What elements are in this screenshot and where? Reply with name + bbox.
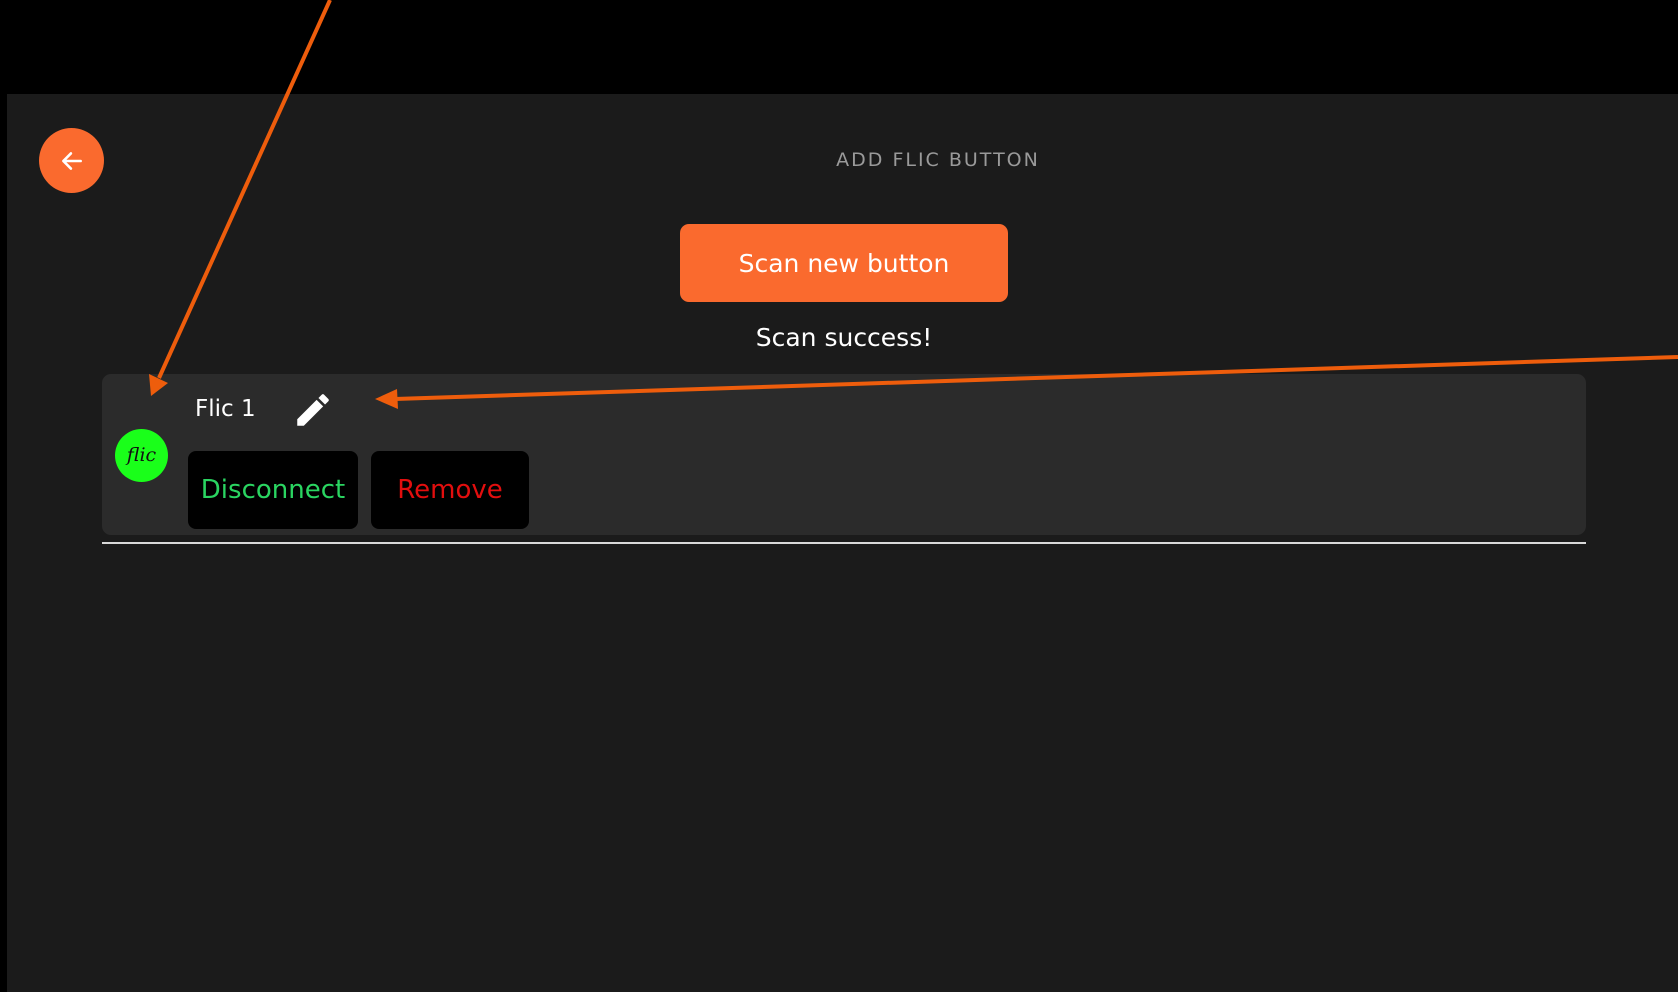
flic-logo-icon: flic: [115, 429, 168, 482]
pencil-icon: [297, 394, 329, 426]
page-title: ADD FLIC BUTTON: [836, 149, 1040, 171]
device-name: Flic 1: [195, 396, 256, 422]
scan-status-text: Scan success!: [755, 323, 933, 352]
screenshot-stage: ADD FLIC BUTTON Scan new button Scan suc…: [0, 0, 1678, 992]
device-card: flic Flic 1 Disconnect Remove: [102, 374, 1586, 535]
disconnect-button[interactable]: Disconnect: [188, 451, 358, 529]
edit-name-button[interactable]: [290, 387, 336, 433]
remove-button[interactable]: Remove: [371, 451, 529, 529]
scan-new-button[interactable]: Scan new button: [680, 224, 1008, 302]
list-divider: [102, 542, 1586, 544]
